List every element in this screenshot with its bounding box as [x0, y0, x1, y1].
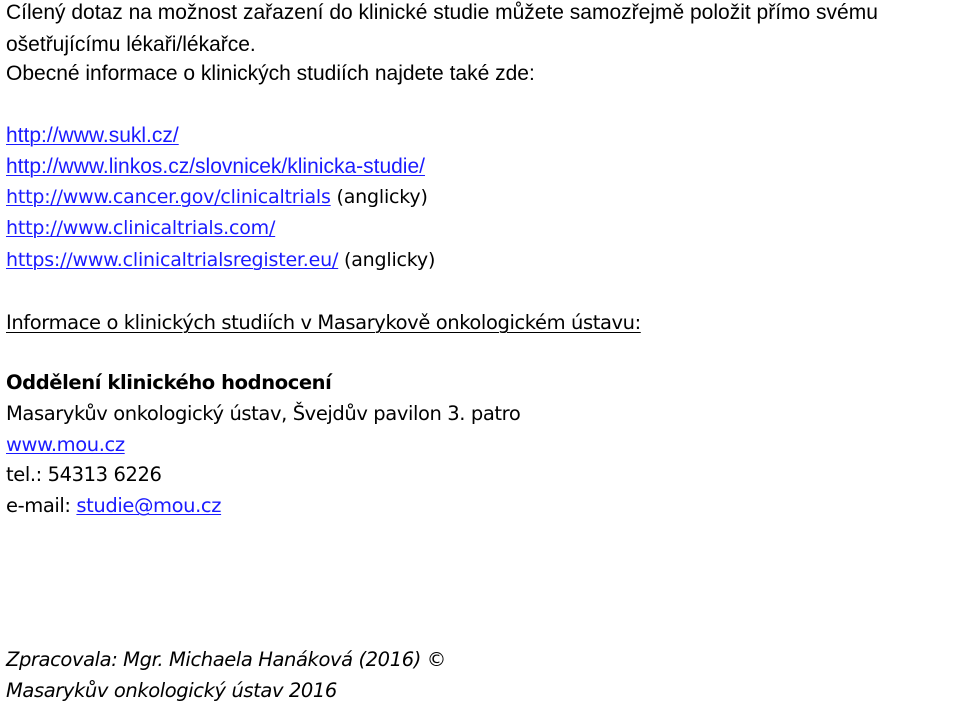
footer-org: Masarykův onkologický ústav 2016	[6, 679, 337, 702]
department-web-row: www.mou.cz	[6, 435, 125, 455]
link-row-eu-register: https://www.clinicaltrialsregister.eu/ (…	[6, 251, 435, 270]
link-row-clinicaltrials: http://www.clinicaltrials.com/	[6, 219, 275, 238]
email-label: e-mail:	[6, 494, 77, 517]
link-note-anglicky: (anglicky)	[344, 249, 436, 271]
link-row-linkos: http://www.linkos.cz/slovnicek/klinicka-…	[6, 156, 425, 177]
link-linkos[interactable]: http://www.linkos.cz/slovnicek/klinicka-…	[6, 155, 425, 178]
link-clinicaltrials[interactable]: http://www.clinicaltrials.com/	[6, 217, 275, 239]
link-cancer-gov[interactable]: http://www.cancer.gov/clinicaltrials	[6, 186, 331, 208]
department-phone: tel.: 54313 6226	[6, 463, 162, 486]
link-sukl[interactable]: http://www.sukl.cz/	[6, 124, 179, 147]
department-address: Masarykův onkologický ústav, Švejdův pav…	[6, 402, 521, 425]
link-note-anglicky: (anglicky)	[336, 186, 428, 208]
link-row-cancer: http://www.cancer.gov/clinicaltrials (an…	[6, 188, 428, 207]
intro-line-2: ošetřujícímu lékaři/lékařce.	[6, 33, 256, 56]
mou-heading: Informace o klinických studiích v Masary…	[6, 311, 641, 334]
link-mou-web[interactable]: www.mou.cz	[6, 433, 125, 456]
link-eu-register[interactable]: https://www.clinicaltrialsregister.eu/	[6, 249, 338, 271]
department-name: Oddělení klinického hodnocení	[6, 371, 332, 394]
link-row-sukl: http://www.sukl.cz/	[6, 125, 179, 146]
intro-line-3: Obecné informace o klinických studiích n…	[6, 62, 535, 85]
intro-line-1: Cílený dotaz na možnost zařazení do klin…	[6, 1, 878, 24]
department-email-row: e-mail: studie@mou.cz	[6, 496, 221, 516]
footer-author: Zpracovala: Mgr. Michaela Hanáková (2016…	[6, 648, 446, 671]
link-email[interactable]: studie@mou.cz	[76, 494, 221, 517]
